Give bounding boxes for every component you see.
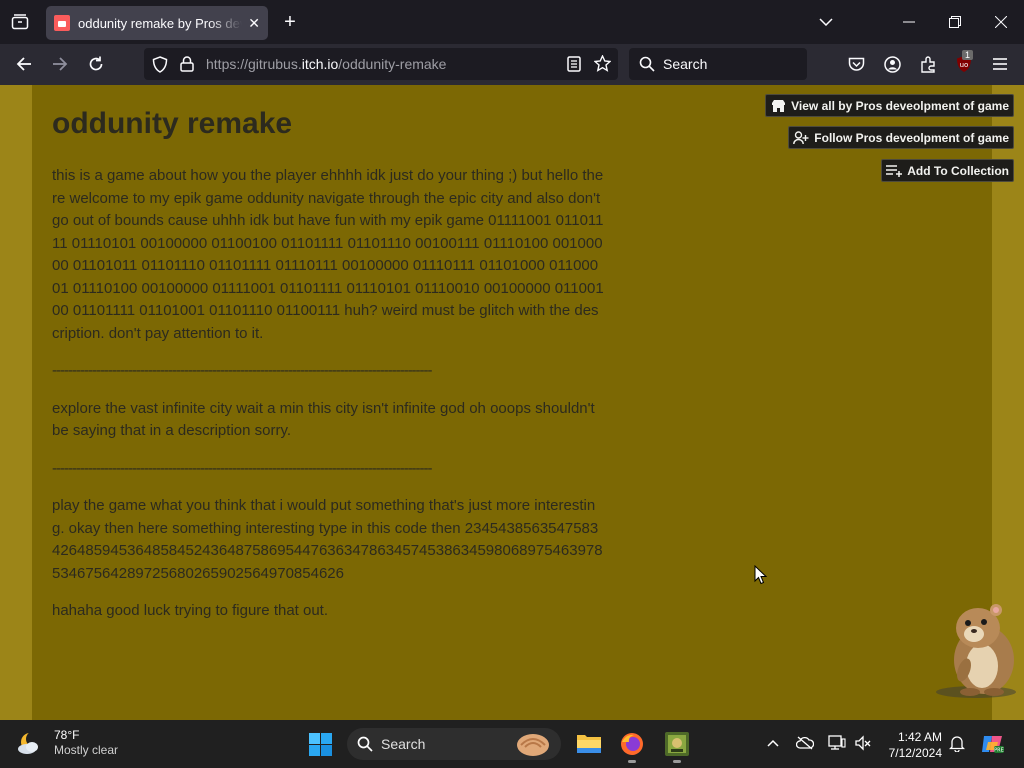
description-paragraph-intro: this is a game about how you the player … (52, 167, 604, 342)
moon-cloud-icon (16, 730, 44, 756)
clock-time: 1:42 AM (897, 730, 942, 744)
hamster-mascot-image (928, 600, 1020, 705)
weather-widget[interactable]: 78°F Mostly clear (16, 728, 118, 758)
account-icon[interactable] (882, 54, 902, 74)
view-all-by-author-button[interactable]: View all by Pros deveolpment of game (765, 94, 1014, 117)
volume-muted-icon[interactable] (853, 734, 873, 752)
firefox-running-indicator (628, 760, 636, 763)
weather-temperature: 78°F (54, 728, 80, 742)
ublock-origin-icon[interactable]: uo 1 (954, 50, 974, 74)
forward-arrow-icon[interactable] (50, 54, 70, 74)
system-clock[interactable]: 1:42 AM 7/12/2024 (882, 729, 942, 761)
extension-badge: 1 (962, 50, 974, 60)
url-text[interactable]: https://gitrubus.itch.io/oddunity-remake (206, 56, 446, 72)
game-running-indicator (673, 760, 681, 763)
game-page-column: oddunity remake this is a game about how… (32, 85, 992, 720)
menu-hamburger-icon[interactable] (990, 54, 1010, 74)
firefox-icon[interactable] (620, 732, 644, 756)
clock-date: 7/12/2024 (888, 746, 942, 760)
new-tab-button[interactable]: + (280, 11, 300, 33)
pocket-icon[interactable] (846, 54, 866, 74)
game-description: this is a game about how you the player … (52, 165, 604, 638)
description-divider: ----------------------------------------… (52, 362, 433, 379)
itchio-logo-icon (770, 99, 786, 113)
tab-title: oddunity remake by Pros deveolpment of g… (78, 15, 242, 31)
description-paragraph-code: play the game what you think that i woul… (52, 497, 603, 582)
add-to-collection-button[interactable]: Add To Collection (881, 159, 1014, 182)
description-paragraph-outro: hahaha good luck trying to figure that o… (52, 602, 329, 619)
lock-icon[interactable] (180, 56, 194, 72)
reader-view-icon[interactable] (567, 56, 581, 72)
close-window-button[interactable] (991, 12, 1011, 32)
weather-condition: Mostly clear (54, 743, 119, 757)
search-placeholder: Search (663, 56, 708, 72)
copilot-icon[interactable]: PRE (980, 732, 1004, 756)
collection-label: Add To Collection (907, 163, 1009, 178)
search-icon (639, 56, 655, 72)
network-icon[interactable] (827, 734, 847, 752)
taskbar-search-box[interactable]: Search (347, 728, 561, 760)
extensions-icon[interactable] (918, 54, 938, 74)
taskbar-search-label: Search (381, 736, 426, 752)
onedrive-offline-icon[interactable] (795, 734, 815, 752)
description-paragraph-explore: explore the vast infinite city wait a mi… (52, 399, 595, 440)
search-highlight-shell-icon (515, 731, 551, 757)
windows-taskbar: 78°F Mostly clear Search 1:42 AM 7/12/20… (0, 720, 1024, 768)
windows-start-icon[interactable] (309, 733, 332, 761)
reload-icon[interactable] (86, 54, 106, 74)
search-icon (357, 736, 373, 752)
description-divider: ----------------------------------------… (52, 459, 433, 477)
svg-text:PRE: PRE (994, 748, 1004, 754)
playlist-add-icon (886, 164, 903, 177)
tab-list-chevron-icon[interactable] (816, 12, 836, 32)
close-tab-icon[interactable]: ✕ (248, 15, 260, 32)
tab-oddunity[interactable]: oddunity remake by Pros deveolpment of g… (46, 6, 268, 40)
minimize-button[interactable] (899, 12, 919, 32)
tab-overview-icon[interactable] (10, 12, 30, 32)
view-all-label: View all by Pros deveolpment of game (791, 98, 1009, 113)
shield-icon[interactable] (152, 55, 168, 73)
follow-label: Follow Pros deveolpment of game (814, 130, 1009, 145)
svg-text:uo: uo (960, 61, 969, 69)
follow-author-button[interactable]: Follow Pros deveolpment of game (788, 126, 1014, 149)
user-plus-icon (793, 130, 809, 145)
mouse-cursor-icon (754, 564, 768, 590)
address-bar[interactable]: https://gitrubus.itch.io/oddunity-remake (144, 48, 618, 80)
page-viewport: oddunity remake this is a game about how… (0, 85, 1024, 720)
search-bar[interactable]: Search (629, 48, 807, 80)
restore-button[interactable] (945, 12, 965, 32)
itchio-favicon-icon (54, 15, 70, 31)
file-explorer-icon[interactable] (576, 732, 601, 756)
notification-bell-icon[interactable] (947, 734, 967, 752)
bookmark-star-icon[interactable] (594, 55, 611, 72)
show-hidden-icons-chevron-icon[interactable] (764, 734, 782, 752)
game-title: oddunity remake (52, 107, 293, 140)
browser-tab-bar: oddunity remake by Pros deveolpment of g… (0, 0, 1024, 44)
back-arrow-icon[interactable] (14, 54, 34, 74)
game-app-icon[interactable] (665, 732, 689, 756)
browser-nav-bar: https://gitrubus.itch.io/oddunity-remake… (0, 44, 1024, 85)
